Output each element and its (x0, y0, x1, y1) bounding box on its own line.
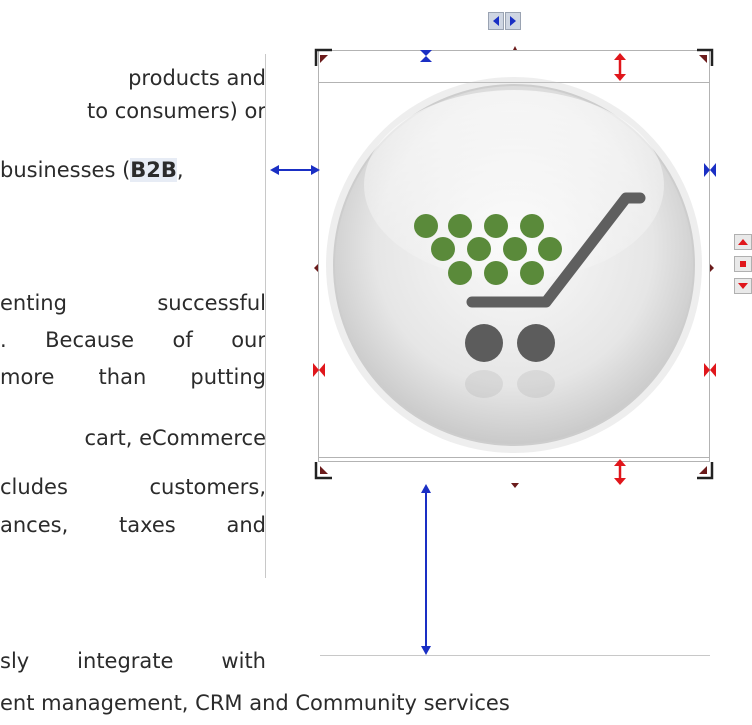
shopping-cart-icon (326, 77, 702, 453)
editor-canvas: products and to consumers) or businesses… (0, 0, 752, 725)
top-padding-handle[interactable] (614, 53, 626, 81)
right-padding-handle[interactable] (704, 363, 716, 377)
bottom-padding-handle[interactable] (614, 459, 626, 485)
image-overlay (270, 46, 716, 655)
right-margin-handle[interactable] (704, 163, 716, 177)
left-margin-handle[interactable] (270, 165, 320, 175)
bottom-margin-handle[interactable] (421, 484, 431, 655)
left-padding-handle[interactable] (313, 363, 325, 377)
top-margin-handle[interactable] (420, 50, 432, 62)
